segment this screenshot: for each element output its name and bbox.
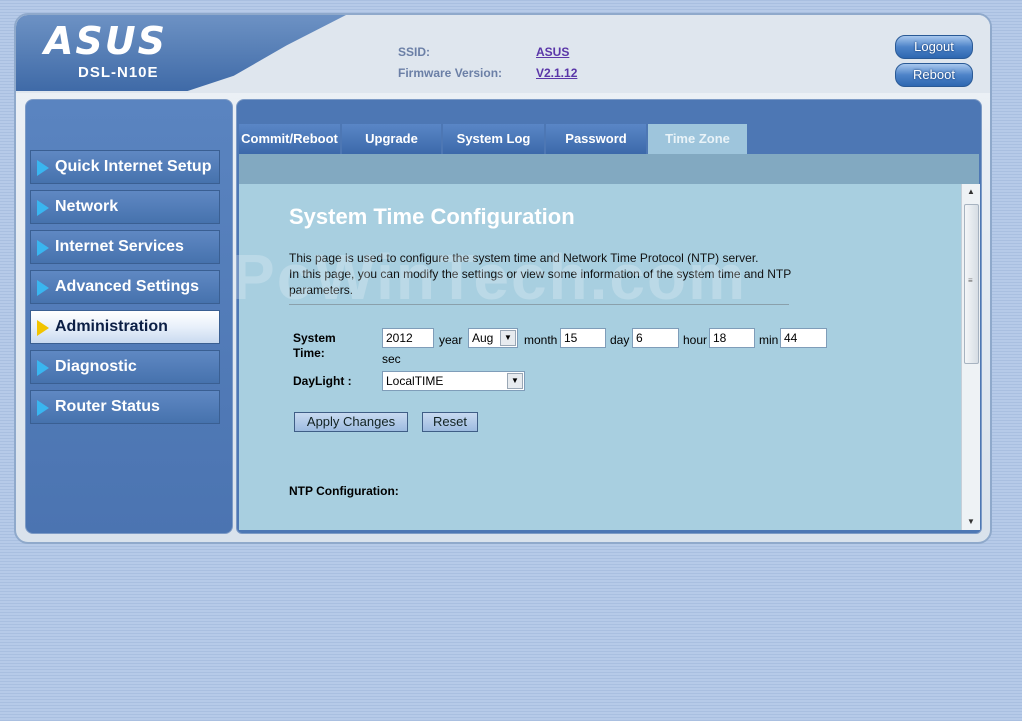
sidebar-item-label: Quick Internet Setup — [55, 158, 212, 175]
minute-input[interactable] — [709, 328, 755, 348]
model-name: DSL-N10E — [78, 64, 159, 81]
hour-unit: hour — [683, 333, 708, 347]
play-arrow-icon — [37, 280, 49, 296]
sidebar-item-advanced-settings[interactable]: Advanced Settings — [30, 270, 220, 304]
tab-sub-band — [239, 154, 979, 184]
sidebar-item-diagnostic[interactable]: Diagnostic — [30, 350, 220, 384]
sidebar-item-label: Diagnostic — [55, 358, 137, 375]
year-input[interactable] — [382, 328, 434, 348]
day-input[interactable] — [560, 328, 606, 348]
play-arrow-icon — [37, 320, 49, 336]
sidebar-item-label: Network — [55, 198, 119, 215]
year-unit: year — [439, 333, 463, 347]
vertical-scrollbar[interactable]: ▲ ≡ ▼ — [961, 184, 980, 530]
sidebar-item-internet-services[interactable]: Internet Services — [30, 230, 220, 264]
play-arrow-icon — [37, 240, 49, 256]
tab-commit-reboot[interactable]: Commit/Reboot — [239, 124, 340, 154]
chevron-down-icon: ▼ — [500, 330, 516, 346]
tab-system-log[interactable]: System Log — [443, 124, 544, 154]
tab-time-zone[interactable]: Time Zone — [648, 124, 747, 154]
firmware-link[interactable]: V2.1.12 — [536, 66, 577, 80]
sidebar-item-label: Advanced Settings — [55, 278, 200, 295]
sidebar-item-quick-internet-setup[interactable]: Quick Internet Setup — [30, 150, 220, 184]
main-content: System Time Configuration This page is u… — [239, 184, 961, 530]
play-arrow-icon — [37, 160, 49, 176]
second-unit: sec — [382, 352, 401, 366]
minute-unit: min — [759, 333, 779, 347]
sidebar-item-router-status[interactable]: Router Status — [30, 390, 220, 424]
ntp-section-title: NTP Configuration: — [289, 484, 399, 498]
sidebar-item-network[interactable]: Network — [30, 190, 220, 224]
tab-upgrade[interactable]: Upgrade — [342, 124, 441, 154]
ssid-label: SSID: — [398, 45, 431, 59]
daylight-label: DayLight : — [293, 374, 352, 388]
sidebar-item-label: Internet Services — [55, 238, 184, 255]
scroll-thumb[interactable]: ≡ — [964, 204, 979, 364]
play-arrow-icon — [37, 200, 49, 216]
tab-password[interactable]: Password — [546, 124, 646, 154]
reboot-button[interactable]: Reboot — [895, 63, 973, 87]
grip-icon: ≡ — [968, 276, 973, 285]
hour-input[interactable] — [632, 328, 679, 348]
page-title: System Time Configuration — [289, 204, 575, 229]
chevron-down-icon: ▼ — [507, 373, 523, 389]
sidebar-item-label: Administration — [55, 318, 168, 335]
scroll-up-icon[interactable]: ▲ — [962, 184, 980, 200]
day-unit: day — [610, 333, 630, 347]
ssid-link[interactable]: ASUS — [536, 45, 569, 59]
play-arrow-icon — [37, 400, 49, 416]
system-time-label: System Time: — [293, 331, 336, 360]
apply-changes-button[interactable]: Apply Changes — [294, 412, 408, 432]
watermark: PcWinTech.com — [232, 241, 747, 313]
sidebar-item-administration[interactable]: Administration — [30, 310, 220, 344]
reset-button[interactable]: Reset — [422, 412, 478, 432]
month-select-value: Aug — [472, 331, 494, 345]
logout-button[interactable]: Logout — [895, 35, 973, 59]
daylight-select-value: LocalTIME — [386, 374, 444, 388]
firmware-label: Firmware Version: — [398, 66, 503, 80]
month-select[interactable]: Aug ▼ — [468, 328, 518, 348]
second-input[interactable] — [780, 328, 827, 348]
scroll-down-icon[interactable]: ▼ — [962, 514, 980, 530]
play-arrow-icon — [37, 360, 49, 376]
asus-logo: ASUS — [44, 19, 168, 63]
daylight-select[interactable]: LocalTIME ▼ — [382, 371, 525, 391]
sidebar-item-label: Router Status — [55, 398, 160, 415]
month-unit: month — [524, 333, 558, 347]
